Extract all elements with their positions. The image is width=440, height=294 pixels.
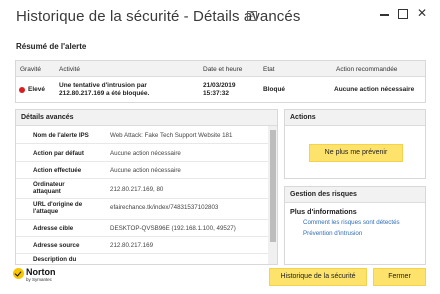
detail-value: 212.80.217.169, 80 xyxy=(110,186,164,193)
header-gravity: Gravité xyxy=(20,66,41,73)
detail-row: Action effectuée Aucune action nécessair… xyxy=(16,162,268,179)
advanced-details-title: Détails avancés xyxy=(21,114,74,121)
norton-logo-text: Norton xyxy=(26,267,56,277)
norton-checkmark-icon xyxy=(13,268,24,279)
alert-gravity: Elevé xyxy=(28,86,45,93)
detail-row: Description du xyxy=(16,254,268,264)
detail-label: Description du xyxy=(33,256,77,263)
dont-warn-again-button[interactable]: Ne plus me prévenir xyxy=(309,144,403,162)
detail-value: DESKTOP-QVSB96E (192.168.1.100, 49527) xyxy=(110,225,236,232)
detail-label-line1: Ordinateur xyxy=(33,181,65,188)
close-icon[interactable]: ✕ xyxy=(415,6,429,20)
detail-row: Adresse source 212.80.217.169 xyxy=(16,237,268,254)
alert-activity-line2: 212.80.217.169 a été bloquée. xyxy=(59,90,150,97)
detail-row: Adresse cible DESKTOP-QVSB96E (192.168.1… xyxy=(16,220,268,237)
detail-value: 212.80.217.169 xyxy=(110,242,154,249)
window-title: Historique de la sécurité - Détails avan… xyxy=(16,8,301,25)
actions-title: Actions xyxy=(290,114,316,121)
how-risks-detected-link[interactable]: Comment les risques sont détectés xyxy=(303,219,400,226)
detail-row: Ordinateur attaquant 212.80.217.169, 80 xyxy=(16,179,268,199)
help-icon[interactable]: ? xyxy=(247,11,257,21)
alert-state: Bloqué xyxy=(263,86,286,93)
risk-management-panel: Gestion des risques Plus d'informations … xyxy=(284,186,426,265)
detail-label-line1: URL d'origine de xyxy=(33,201,83,208)
risk-management-header: Gestion des risques xyxy=(285,187,425,203)
detail-label: Adresse cible xyxy=(33,225,74,232)
alert-time: 15:37:32 xyxy=(203,90,230,97)
alert-recommended-action: Aucune action nécessaire xyxy=(334,86,415,93)
alert-activity-line1: Une tentative d'intrusion par xyxy=(59,82,147,89)
detail-label: Action par défaut xyxy=(33,150,84,157)
risk-management-title: Gestion des risques xyxy=(290,191,357,198)
alert-date: 21/03/2019 xyxy=(203,82,236,89)
detail-row: Nom de l'alerte IPS Web Attack: Fake Tec… xyxy=(16,126,268,144)
severity-high-icon xyxy=(19,87,25,93)
detail-value: efairechance.tk/index/74831537102803 xyxy=(110,204,219,211)
title-bar: Historique de la sécurité - Détails avan… xyxy=(0,0,440,34)
alert-summary-title: Résumé de l'alerte xyxy=(16,42,87,51)
maximize-icon[interactable] xyxy=(396,6,410,20)
actions-panel: Actions Ne plus me prévenir xyxy=(284,109,426,179)
close-button[interactable]: Fermer xyxy=(373,268,426,286)
detail-label: Adresse source xyxy=(33,242,80,249)
detail-row: URL d'origine de l'attaque efairechance.… xyxy=(16,199,268,220)
details-scrollbar-thumb[interactable] xyxy=(270,130,276,242)
more-info-title: Plus d'informations xyxy=(290,207,357,216)
header-state: Etat xyxy=(263,66,275,73)
header-datetime: Date et heure xyxy=(203,66,243,73)
detail-label: Action effectuée xyxy=(33,167,82,174)
detail-value: Aucune action nécessaire xyxy=(110,167,181,174)
advanced-details-header: Détails avancés xyxy=(16,110,277,126)
detail-label: Nom de l'alerte IPS xyxy=(33,132,89,139)
advanced-details-panel: Détails avancés Nom de l'alerte IPS Web … xyxy=(15,109,278,265)
detail-value: Aucune action nécessaire xyxy=(110,150,181,157)
security-history-button[interactable]: Historique de la sécurité xyxy=(269,268,367,286)
alert-summary-table: Gravité Activité Date et heure Etat Acti… xyxy=(15,60,426,103)
header-activity: Activité xyxy=(59,66,80,73)
alert-table-header: Gravité Activité Date et heure Etat Acti… xyxy=(16,61,425,77)
detail-label-line2: attaquant xyxy=(33,188,61,195)
detail-value: Web Attack: Fake Tech Support Website 18… xyxy=(110,132,233,139)
detail-row: Action par défaut Aucune action nécessai… xyxy=(16,144,268,162)
norton-logo-subtext: by Symantec xyxy=(26,277,53,282)
intrusion-prevention-link[interactable]: Prévention d'intrusion xyxy=(303,230,362,237)
norton-logo: Norton by Symantec xyxy=(13,267,56,288)
header-recommended-action: Action recommandée xyxy=(336,66,398,73)
actions-header: Actions xyxy=(285,110,425,126)
detail-label-line2: l'attaque xyxy=(33,208,59,215)
minimize-icon[interactable] xyxy=(378,6,392,20)
